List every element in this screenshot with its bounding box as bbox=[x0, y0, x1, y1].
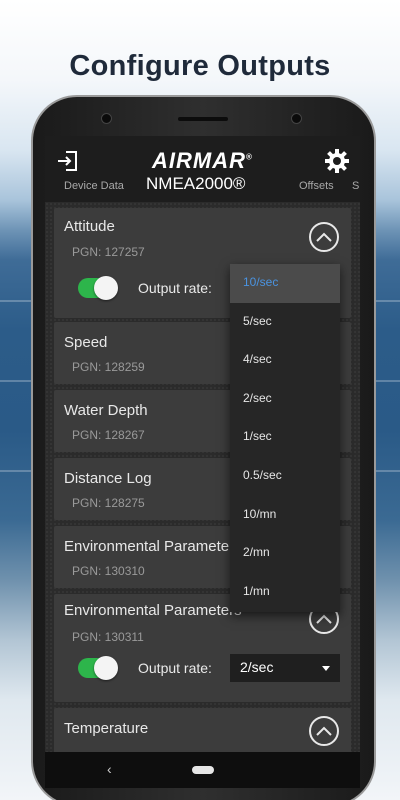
card-title: Distance Log bbox=[64, 470, 152, 487]
output-toggle[interactable] bbox=[78, 276, 118, 300]
system-nav-bar: ‹ bbox=[45, 752, 360, 788]
collapse-chevron-icon[interactable] bbox=[309, 222, 339, 252]
expand-chevron-icon[interactable] bbox=[309, 716, 339, 746]
app-screen: AIRMAR® Device Data NMEA2000® Offsets S … bbox=[45, 136, 360, 788]
caret-down-icon bbox=[322, 666, 330, 671]
dropdown-option[interactable]: 4/sec bbox=[230, 341, 340, 380]
dropdown-option[interactable]: 2/mn bbox=[230, 534, 340, 573]
toggle-knob bbox=[94, 276, 118, 300]
tab-device-data[interactable]: Device Data bbox=[64, 180, 124, 192]
output-rate-select[interactable]: 2/sec bbox=[230, 654, 340, 682]
card-title: Speed bbox=[64, 334, 108, 351]
gear-icon[interactable] bbox=[324, 148, 350, 174]
toggle-knob bbox=[94, 656, 118, 680]
tab-nmea2000[interactable]: NMEA2000® bbox=[146, 174, 245, 194]
phone-speaker bbox=[178, 117, 228, 121]
brand-mark: ® bbox=[246, 152, 253, 162]
dropdown-option[interactable]: 2/sec bbox=[230, 380, 340, 419]
pgn-card-temperature: Temperature bbox=[54, 708, 351, 758]
output-rate-label: Output rate: bbox=[138, 660, 212, 676]
card-title: Environmental Parameters bbox=[64, 602, 242, 619]
tab-partial[interactable]: S bbox=[352, 180, 359, 192]
card-pgn: PGN: 128267 bbox=[72, 428, 145, 442]
phone-camera bbox=[291, 113, 302, 124]
dropdown-option[interactable]: 5/sec bbox=[230, 303, 340, 342]
output-rate-value: 2/sec bbox=[240, 659, 274, 675]
brand-name: AIRMAR bbox=[152, 148, 247, 173]
dropdown-option[interactable]: 1/sec bbox=[230, 418, 340, 457]
dropdown-option[interactable]: 0.5/sec bbox=[230, 457, 340, 496]
back-icon[interactable]: ‹ bbox=[107, 761, 112, 777]
tab-bar: Device Data NMEA2000® Offsets S bbox=[45, 174, 360, 200]
phone-sensor bbox=[101, 113, 112, 124]
card-pgn: PGN: 128275 bbox=[72, 496, 145, 510]
exit-icon[interactable] bbox=[55, 148, 81, 174]
card-pgn: PGN: 130311 bbox=[72, 630, 144, 644]
dropdown-option[interactable]: 1/mn bbox=[230, 573, 340, 612]
tab-offsets[interactable]: Offsets bbox=[299, 180, 334, 192]
dropdown-option[interactable]: 10/sec bbox=[230, 264, 340, 303]
home-pill-icon[interactable] bbox=[191, 766, 214, 774]
brand-logo: AIRMAR® bbox=[152, 148, 253, 174]
card-pgn: PGN: 130310 bbox=[72, 564, 145, 578]
card-title: Attitude bbox=[64, 218, 115, 235]
card-pgn: PGN: 127257 bbox=[72, 245, 145, 259]
headline: Configure Outputs bbox=[69, 50, 331, 82]
dropdown-option[interactable]: 10/mn bbox=[230, 496, 340, 535]
output-rate-dropdown: 10/sec 5/sec 4/sec 2/sec 1/sec 0.5/sec 1… bbox=[230, 264, 340, 612]
card-title: Environmental Parameters bbox=[64, 538, 242, 555]
output-toggle[interactable] bbox=[78, 656, 118, 680]
card-pgn: PGN: 128259 bbox=[72, 360, 145, 374]
card-title: Temperature bbox=[64, 720, 149, 737]
card-title: Water Depth bbox=[64, 402, 148, 419]
output-rate-label: Output rate: bbox=[138, 280, 212, 296]
